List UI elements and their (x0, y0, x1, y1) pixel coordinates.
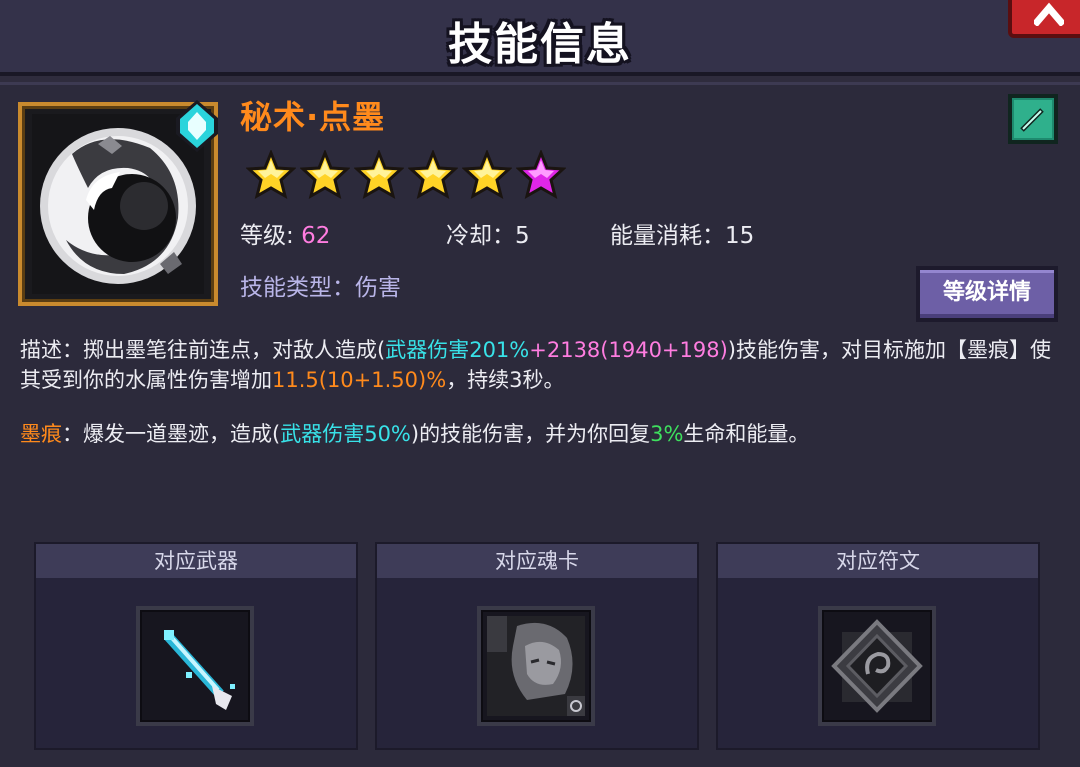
mark-description: 墨痕：爆发一道墨迹，造成(武器伤害50%)的技能伤害，并为你回复3%生命和能量。 (20, 419, 1060, 449)
level-stat: 等级: 62 (240, 216, 330, 250)
level-detail-button[interactable]: 等级详情 (916, 266, 1058, 322)
energy-stat: 能量消耗：15 (610, 216, 754, 250)
rune-card: 对应符文 (716, 542, 1040, 750)
desc-bonus-damage: +2138(1940+198) (529, 338, 728, 362)
desc-increase: 11.5(10+1.50)% (272, 368, 447, 392)
mark-middle: )的技能伤害，并为你回复 (410, 422, 651, 446)
soul-card-slot[interactable] (477, 606, 595, 726)
rune-card-title: 对应符文 (718, 544, 1038, 578)
edit-button[interactable] (1008, 94, 1058, 144)
star-gold-icon (246, 150, 296, 200)
level-label: 等级: (240, 223, 302, 249)
page-title: 技能信息 (448, 19, 632, 70)
soul-card-icon (487, 616, 585, 716)
star-gold-icon (354, 150, 404, 200)
star-gold-icon (462, 150, 512, 200)
cooldown-stat: 冷却：5 (446, 216, 530, 250)
weapon-slot[interactable] (136, 606, 254, 726)
rune-icon (831, 619, 923, 713)
mark-name: 墨痕 (20, 422, 62, 446)
desc-prefix: 描述：掷出墨笔往前连点，对敌人造成( (20, 338, 386, 362)
skill-description: 描述：掷出墨笔往前连点，对敌人造成(武器伤害201%+2138(1940+198… (20, 335, 1060, 395)
mark-prefix: ：爆发一道墨迹，造成( (62, 422, 281, 446)
chevron-up-icon (1034, 2, 1064, 26)
star-rating (246, 150, 566, 200)
skill-name: 秘术·点墨 (240, 98, 386, 136)
pencil-icon (1014, 100, 1052, 138)
energy-value: 15 (725, 223, 755, 249)
energy-label: 能量消耗： (610, 223, 725, 249)
close-button[interactable] (1008, 0, 1080, 38)
desc-suffix: ，持续3秒。 (446, 368, 565, 392)
soul-card-card: 对应魂卡 (375, 542, 699, 750)
brush-weapon-icon (164, 630, 235, 710)
skill-type-label: 技能类型： (240, 275, 355, 301)
star-gold-icon (408, 150, 458, 200)
weapon-card-title: 对应武器 (36, 544, 356, 578)
soul-card-title: 对应魂卡 (377, 544, 697, 578)
diamond-gem-icon (176, 100, 218, 152)
mark-heal: 3% (650, 422, 684, 446)
weapon-card: 对应武器 (34, 542, 358, 750)
rune-slot[interactable] (818, 606, 936, 726)
desc-weapon-damage: 武器伤害201% (385, 338, 530, 362)
title-bar: 技能信息 (0, 0, 1080, 76)
cooldown-value: 5 (515, 223, 530, 249)
level-value: 62 (301, 223, 331, 249)
skill-type-value: 伤害 (355, 275, 401, 301)
mark-suffix: 生命和能量。 (683, 422, 810, 446)
cooldown-label: 冷却： (446, 223, 515, 249)
star-purple-icon (516, 150, 566, 200)
mark-weapon-damage: 武器伤害50% (280, 422, 411, 446)
star-gold-icon (300, 150, 350, 200)
skill-type: 技能类型：伤害 (240, 268, 401, 302)
